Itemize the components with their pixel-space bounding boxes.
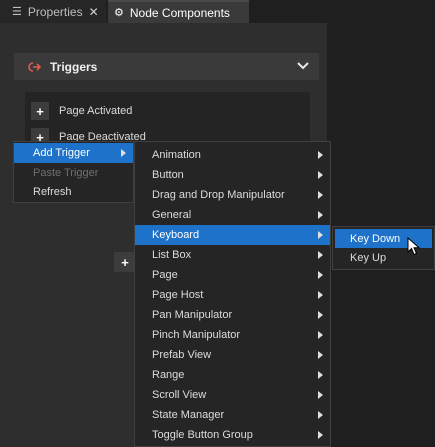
chevron-right-icon [318, 171, 323, 179]
chevron-right-icon [318, 251, 323, 259]
menu-item-label: Add Trigger [33, 147, 90, 159]
submenu-item-keyboard[interactable]: Keyboard [135, 225, 330, 245]
chevron-right-icon [318, 331, 323, 339]
submenu-item-page-host[interactable]: Page Host [135, 285, 330, 305]
chevron-right-icon [318, 351, 323, 359]
chevron-right-icon [318, 231, 323, 239]
tab-node-components[interactable]: ⚙ Node Components [108, 0, 249, 23]
submenu-item-list-box[interactable]: List Box [135, 245, 330, 265]
triggers-title: Triggers [50, 59, 98, 74]
submenu-item-general[interactable]: General [135, 205, 330, 225]
chevron-down-icon[interactable] [295, 58, 311, 74]
menu-item-add-trigger[interactable]: Add Trigger [14, 143, 133, 163]
chevron-right-icon [121, 149, 126, 157]
menu-item-label: Pinch Manipulator [152, 329, 241, 341]
menu-item-label: State Manager [152, 409, 225, 421]
tab-label: Properties [27, 4, 83, 19]
menu-item-label: Refresh [33, 186, 72, 198]
menu-item-label: Button [152, 169, 184, 181]
submenu-item-scroll-view[interactable]: Scroll View [135, 385, 330, 405]
list-item[interactable]: + Page Activated [31, 101, 132, 121]
menu-item-label: Range [152, 369, 185, 381]
chevron-right-icon [318, 291, 323, 299]
menu-item-label: Pan Manipulator [152, 309, 233, 321]
menu-item-label: Prefab View [152, 349, 212, 361]
chevron-right-icon [318, 391, 323, 399]
chevron-right-icon [318, 431, 323, 439]
menu-item-paste-trigger[interactable]: Paste Trigger [14, 163, 133, 183]
chevron-right-icon [318, 411, 323, 419]
submenu-item-button[interactable]: Button [135, 165, 330, 185]
menu-item-label: General [152, 209, 192, 221]
tab-label: Node Components [129, 5, 230, 20]
list-icon: ☰ [12, 6, 22, 18]
submenu-item-pinch-manipulator[interactable]: Pinch Manipulator [135, 325, 330, 345]
submenu-item-drag-and-drop-manipulator[interactable]: Drag and Drop Manipulator [135, 185, 330, 205]
submenu-item-animation[interactable]: Animation [135, 145, 330, 165]
menu-item-label: Scroll View [152, 389, 207, 401]
menu-item-label: Key Up [350, 251, 387, 264]
tab-properties[interactable]: ☰ Properties ✕ [0, 0, 106, 23]
submenu-item-page[interactable]: Page [135, 265, 330, 285]
menu-item-label: Paste Trigger [33, 167, 99, 179]
menu-item-label: Toggle Button Group [152, 429, 253, 441]
add-button[interactable]: + [114, 252, 136, 272]
menu-item-label: Animation [152, 149, 201, 161]
chevron-right-icon [318, 151, 323, 159]
submenu-item-range[interactable]: Range [135, 365, 330, 385]
plus-icon[interactable]: + [31, 102, 49, 120]
menu-item-label: Page [152, 269, 178, 281]
submenu-item-state-manager[interactable]: State Manager [135, 405, 330, 425]
trigger-icon [28, 61, 42, 72]
menu-item-label: Key Down [350, 232, 401, 245]
components-icon: ⚙ [114, 7, 124, 19]
menu-item-refresh[interactable]: Refresh [14, 182, 133, 202]
chevron-right-icon [318, 211, 323, 219]
chevron-right-icon [318, 191, 323, 199]
trigger-label: Page Activated [59, 105, 133, 117]
chevron-right-icon [318, 271, 323, 279]
close-icon[interactable]: ✕ [89, 5, 99, 19]
submenu-item-prefab-view[interactable]: Prefab View [135, 345, 330, 365]
tab-bar-empty-area [249, 0, 327, 23]
chevron-right-icon [318, 371, 323, 379]
menu-item-label: Keyboard [152, 229, 200, 241]
submenu-item-pan-manipulator[interactable]: Pan Manipulator [135, 305, 330, 325]
side-panel-background [327, 0, 435, 447]
menu-item-label: Drag and Drop Manipulator [152, 189, 285, 201]
menu-item-label: List Box [152, 249, 192, 261]
chevron-right-icon [318, 311, 323, 319]
submenu-item-toggle-button-group[interactable]: Toggle Button Group [135, 425, 330, 445]
context-menu: Add Trigger Paste Trigger Refresh [13, 141, 134, 203]
menu-item-label: Page Host [152, 289, 204, 301]
triggers-section-header[interactable]: Triggers [14, 53, 319, 80]
mouse-cursor-icon [407, 236, 421, 257]
add-trigger-submenu: Animation Button Drag and Drop Manipulat… [134, 141, 331, 447]
